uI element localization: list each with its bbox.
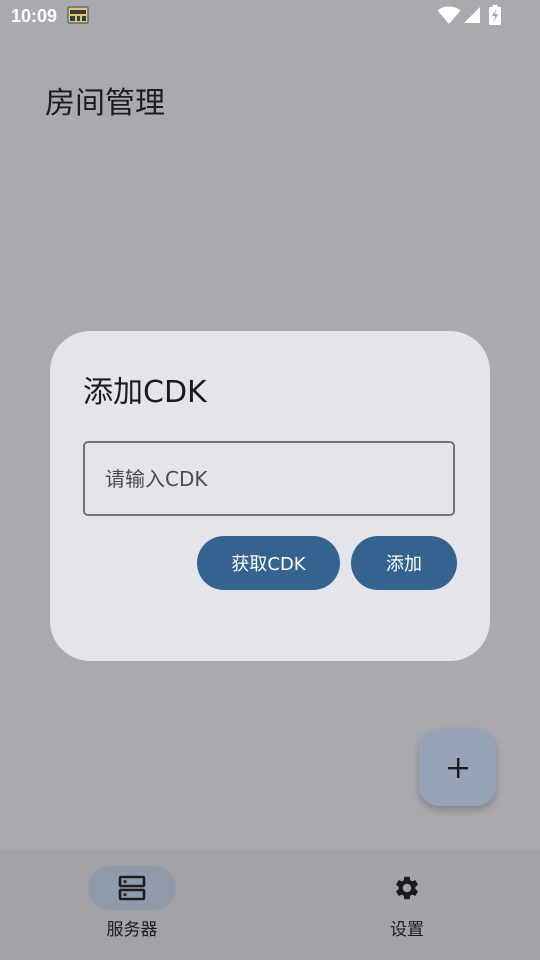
status-bar: 10:09 xyxy=(0,0,540,34)
status-time: 10:09 xyxy=(11,6,58,26)
page-title: 房间管理 xyxy=(45,86,165,121)
nav-item-servers[interactable]: 服务器 xyxy=(0,850,270,960)
notification-app-icon xyxy=(67,6,89,24)
get-cdk-button[interactable]: 获取CDK xyxy=(197,536,340,590)
dialog-title: 添加CDK xyxy=(83,375,207,410)
gear-icon xyxy=(396,876,418,900)
add-button[interactable]: 添加 xyxy=(351,536,457,590)
nav-label-settings: 设置 xyxy=(390,920,424,940)
add-fab-button[interactable] xyxy=(419,729,496,806)
bottom-nav: 服务器 设置 xyxy=(0,850,540,960)
plus-icon xyxy=(447,757,468,778)
wifi-icon xyxy=(437,6,461,24)
battery-charging-icon xyxy=(489,5,501,25)
nav-label-servers: 服务器 xyxy=(106,920,158,940)
cdk-input[interactable] xyxy=(83,441,455,516)
nav-item-settings[interactable]: 设置 xyxy=(270,850,540,960)
signal-icon xyxy=(464,7,480,23)
add-cdk-dialog: 添加CDK 获取CDK 添加 xyxy=(50,331,490,661)
server-icon xyxy=(118,875,146,901)
